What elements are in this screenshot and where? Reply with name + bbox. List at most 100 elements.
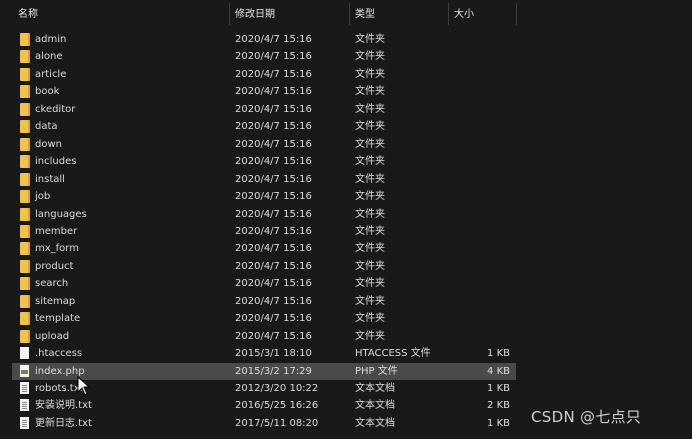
column-divider[interactable] bbox=[516, 3, 517, 25]
file-date: 2020/4/7 15:16 bbox=[235, 68, 312, 80]
mouse-cursor-icon bbox=[77, 376, 91, 396]
file-row[interactable]: down 2020/4/7 15:16 文件夹 bbox=[12, 136, 516, 153]
file-type: HTACCESS 文件 bbox=[355, 348, 431, 360]
file-type: 文件夹 bbox=[355, 278, 385, 290]
file-name: product bbox=[35, 260, 74, 272]
column-header-type[interactable]: 类型 bbox=[349, 0, 448, 26]
file-row[interactable]: upload 2020/4/7 15:16 文件夹 bbox=[12, 328, 516, 345]
file-date: 2020/4/7 15:16 bbox=[235, 191, 312, 203]
file-type: 文件夹 bbox=[355, 208, 385, 220]
file-name: member bbox=[35, 225, 78, 237]
file-row[interactable]: mx_form 2020/4/7 15:16 文件夹 bbox=[12, 240, 516, 257]
file-name: article bbox=[35, 68, 67, 80]
file-date: 2020/4/7 15:16 bbox=[235, 138, 312, 150]
file-name: admin bbox=[35, 34, 67, 45]
file-size bbox=[449, 118, 510, 135]
file-row[interactable]: admin 2020/4/7 15:16 文件夹 bbox=[12, 31, 516, 48]
folder-icon bbox=[20, 85, 30, 99]
file-name: upload bbox=[35, 330, 70, 342]
column-header-name[interactable]: 名称 bbox=[12, 0, 229, 26]
folder-icon bbox=[20, 312, 30, 326]
file-size bbox=[449, 206, 510, 223]
column-header-size[interactable]: 大小 bbox=[448, 0, 516, 26]
file-type: 文件夹 bbox=[355, 68, 385, 80]
file-name: .htaccess bbox=[35, 348, 83, 360]
file-date: 2012/3/20 10:22 bbox=[235, 383, 319, 394]
file-name: search bbox=[35, 278, 69, 290]
file-row[interactable]: includes 2020/4/7 15:16 文件夹 bbox=[12, 153, 516, 170]
file-size: 1 KB bbox=[487, 383, 510, 394]
folder-icon bbox=[20, 102, 30, 116]
file-date: 2020/4/7 15:16 bbox=[235, 51, 312, 63]
file-row[interactable]: alone 2020/4/7 15:16 文件夹 bbox=[12, 48, 516, 65]
file-row[interactable]: data 2020/4/7 15:16 文件夹 bbox=[12, 118, 516, 135]
folder-icon bbox=[20, 120, 30, 134]
file-name: book bbox=[35, 86, 60, 98]
file-name: includes bbox=[35, 156, 77, 168]
file-row[interactable]: 安装说明.txt 2016/5/25 16:26 文本文档 2 KB bbox=[12, 397, 516, 414]
file-size: 2 KB bbox=[487, 400, 510, 412]
file-size bbox=[449, 83, 510, 100]
text-file-icon bbox=[20, 399, 29, 412]
file-date: 2020/4/7 15:16 bbox=[235, 121, 312, 133]
file-row[interactable]: 更新日志.txt 2017/5/11 08:20 文本文档 1 KB bbox=[12, 415, 516, 432]
file-date: 2020/4/7 15:16 bbox=[235, 243, 312, 255]
folder-icon bbox=[20, 329, 30, 343]
file-row[interactable]: languages 2020/4/7 15:16 文件夹 bbox=[12, 206, 516, 223]
text-file-icon bbox=[20, 416, 29, 429]
file-size bbox=[449, 188, 510, 205]
file-date: 2020/4/7 15:16 bbox=[235, 313, 312, 325]
file-name: 更新日志.txt bbox=[35, 417, 92, 429]
file-name: ckeditor bbox=[35, 103, 76, 115]
file-row[interactable]: job 2020/4/7 15:16 文件夹 bbox=[12, 188, 516, 205]
file-size bbox=[449, 275, 510, 292]
file-date: 2017/5/11 08:20 bbox=[235, 417, 319, 429]
file-name: data bbox=[35, 121, 58, 133]
file-date: 2020/4/7 15:16 bbox=[235, 86, 312, 98]
folder-icon bbox=[20, 190, 30, 204]
file-size bbox=[449, 223, 510, 240]
file-row[interactable]: book 2020/4/7 15:16 文件夹 bbox=[12, 83, 516, 100]
folder-icon bbox=[20, 172, 30, 186]
file-name: alone bbox=[35, 51, 63, 63]
file-date: 2020/4/7 15:16 bbox=[235, 34, 312, 45]
folder-icon bbox=[20, 137, 30, 151]
file-size bbox=[449, 153, 510, 170]
file-row[interactable]: install 2020/4/7 15:16 文件夹 bbox=[12, 171, 516, 188]
file-type: 文件夹 bbox=[355, 295, 385, 307]
file-type: 文件夹 bbox=[355, 103, 385, 115]
text-file-icon bbox=[20, 382, 29, 394]
folder-icon bbox=[20, 33, 30, 46]
file-name: job bbox=[35, 191, 51, 203]
file-name: mx_form bbox=[35, 243, 79, 255]
file-row[interactable]: ckeditor 2020/4/7 15:16 文件夹 bbox=[12, 101, 516, 118]
file-type: 文件夹 bbox=[355, 173, 385, 185]
file-size: 1 KB bbox=[487, 417, 510, 429]
folder-icon bbox=[20, 294, 30, 308]
file-type: 文件夹 bbox=[355, 260, 385, 272]
folder-icon bbox=[20, 67, 30, 81]
file-row[interactable]: article 2020/4/7 15:16 文件夹 bbox=[12, 66, 516, 83]
file-row[interactable]: product 2020/4/7 15:16 文件夹 bbox=[12, 258, 516, 275]
file-name: 安装说明.txt bbox=[35, 400, 92, 412]
file-name: down bbox=[35, 138, 62, 150]
file-type: 文件夹 bbox=[355, 191, 385, 203]
column-header-date[interactable]: 修改日期 bbox=[229, 0, 349, 26]
file-date: 2015/3/2 17:29 bbox=[235, 365, 312, 377]
file-type: 文本文档 bbox=[355, 383, 395, 394]
folder-icon bbox=[20, 155, 30, 169]
file-size bbox=[449, 328, 510, 345]
file-row[interactable]: .htaccess 2015/3/1 18:10 HTACCESS 文件 1 KB bbox=[12, 345, 516, 362]
file-size bbox=[449, 293, 510, 310]
file-name: template bbox=[35, 313, 81, 325]
file-size bbox=[449, 240, 510, 257]
file-type: PHP 文件 bbox=[355, 365, 398, 377]
file-type: 文件夹 bbox=[355, 121, 385, 133]
file-row[interactable]: search 2020/4/7 15:16 文件夹 bbox=[12, 275, 516, 292]
file-row[interactable]: template 2020/4/7 15:16 文件夹 bbox=[12, 310, 516, 327]
file-row[interactable]: member 2020/4/7 15:16 文件夹 bbox=[12, 223, 516, 240]
file-row[interactable]: sitemap 2020/4/7 15:16 文件夹 bbox=[12, 293, 516, 310]
file-date: 2020/4/7 15:16 bbox=[235, 260, 312, 272]
file-date: 2020/4/7 15:16 bbox=[235, 330, 312, 342]
file-date: 2020/4/7 15:16 bbox=[235, 156, 312, 168]
